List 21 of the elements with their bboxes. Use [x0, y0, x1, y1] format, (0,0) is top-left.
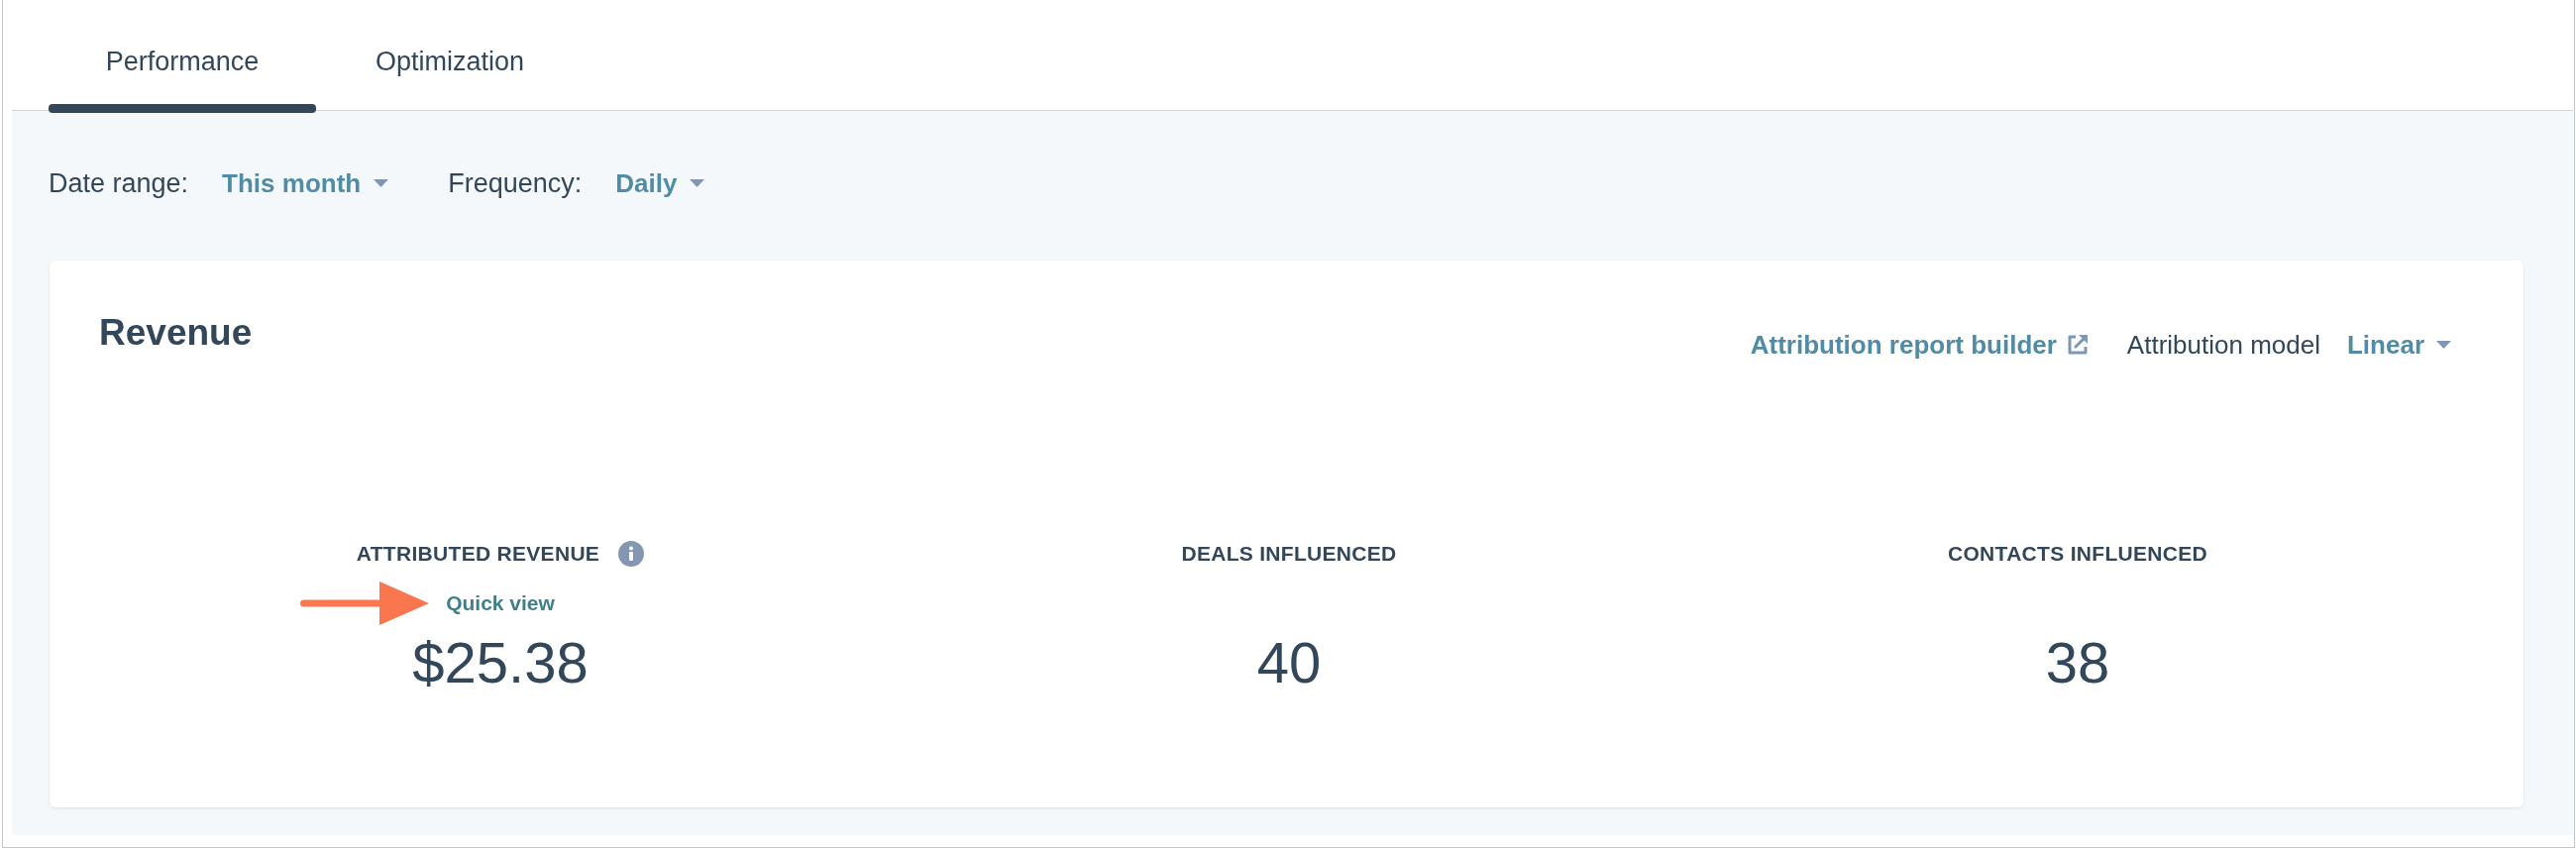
filter-label: Frequency:	[448, 167, 583, 199]
stat-label: CONTACTS INFLUENCED	[1948, 541, 2207, 567]
caret-icon	[690, 179, 705, 187]
caret-icon	[374, 179, 389, 187]
stat-value: 40	[1256, 629, 1322, 696]
model-label: Attribution model	[2126, 329, 2320, 361]
stat-label: ATTRIBUTED REVENUE	[356, 541, 600, 567]
info-icon[interactable]	[618, 541, 645, 567]
caret-icon	[2436, 341, 2451, 349]
filter-label: Date range:	[49, 167, 189, 199]
quick-view-link[interactable]: Quick view	[446, 589, 555, 617]
model-dropdown[interactable]: Linear	[2346, 329, 2451, 361]
stat-value: 38	[2045, 629, 2110, 696]
stat-label: DEALS INFLUENCED	[1181, 541, 1397, 567]
filter-dropdown[interactable]: Daily	[615, 167, 705, 199]
tab[interactable]: Optimization	[316, 0, 584, 113]
tab[interactable]: Performance	[49, 0, 316, 113]
report-builder-link[interactable]: Attribution report builder	[1750, 329, 2090, 361]
stat-value: $25.38	[412, 629, 589, 696]
filter-dropdown[interactable]: This month	[222, 167, 389, 199]
card-title: Revenue	[99, 311, 253, 355]
